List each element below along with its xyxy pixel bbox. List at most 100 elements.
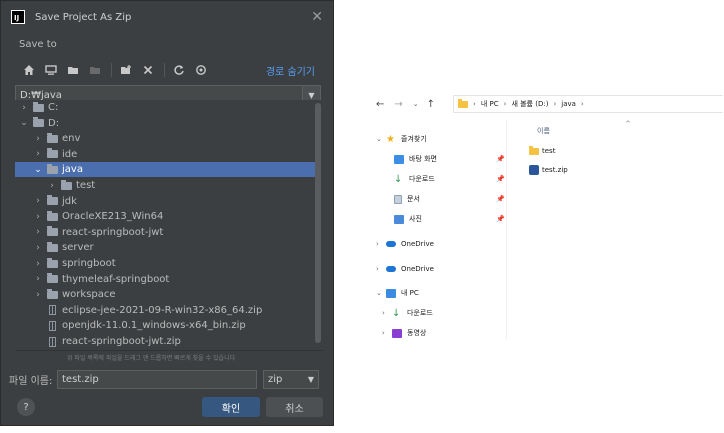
tree-row-label: jdk <box>62 195 77 207</box>
download-icon: ↓ <box>394 173 403 185</box>
filename-input[interactable]: test.zip <box>57 369 257 389</box>
nav-item-pc-downloads[interactable]: › ↓ 다운로드 <box>382 306 433 320</box>
chevron-right-icon[interactable]: › <box>33 149 43 159</box>
extension-select[interactable]: zip ▼ <box>263 369 319 389</box>
breadcrumb-item[interactable]: 내 PC <box>481 99 499 109</box>
list-item[interactable]: test <box>529 145 556 155</box>
chevron-right-icon[interactable]: › <box>33 134 43 144</box>
nav-item-downloads[interactable]: ↓ 다운로드 📌 <box>394 172 505 186</box>
breadcrumb-item[interactable]: java <box>561 100 576 108</box>
tree-row-label: env <box>62 133 81 145</box>
tree-row-eclipse-jee-2021-09-r-win32-x86-64-zip[interactable]: eclipse-jee-2021-09-R-win32-x86_64.zip <box>15 303 315 318</box>
dialog-titlebar: IJ Save Project As Zip ✕ <box>1 1 333 33</box>
chevron-right-icon[interactable]: › <box>33 259 43 269</box>
nav-this-pc[interactable]: ⌄ 내 PC <box>376 286 419 300</box>
tree-row-label: springboot <box>62 258 116 269</box>
chevron-right-icon[interactable]: › <box>19 103 29 113</box>
video-icon <box>392 328 402 338</box>
folder-icon <box>47 241 58 252</box>
tree-row-java[interactable]: ⌄ java <box>15 162 315 178</box>
nav-quick-access[interactable]: ⌄ ★ 즐겨찾기 <box>376 132 427 146</box>
nav-label: 사진 <box>409 215 422 223</box>
folder-icon <box>47 210 58 221</box>
close-icon[interactable]: ✕ <box>311 9 323 25</box>
forward-arrow-icon[interactable]: → <box>394 99 402 110</box>
up-arrow-icon[interactable]: ↑ <box>427 99 435 110</box>
tree-row-springboot[interactable]: › springboot <box>15 256 315 271</box>
nav-label: 동영상 <box>407 329 427 337</box>
nav-label: 즐겨찾기 <box>401 135 427 143</box>
nav-item-pictures[interactable]: 사진 📌 <box>394 212 505 226</box>
nav-label: 내 PC <box>401 289 419 297</box>
tree-row-thymeleaf-springboot[interactable]: › thymeleaf-springboot <box>15 272 315 287</box>
tree-row-jdk[interactable]: › jdk <box>15 194 315 209</box>
tree-row-openjdk-11-0-1-windows-x64-bin-zip[interactable]: openjdk-11.0.1_windows-x64_bin.zip <box>15 318 315 333</box>
ok-button[interactable]: 확인 <box>202 397 260 417</box>
extension-value: zip <box>268 373 283 385</box>
file-explorer: ← → ⌄ ↑ › 내 PC › 새 볼륨 (D:) › java › ⌄ ★ … <box>366 90 724 340</box>
path-input[interactable]: D:₩java <box>16 90 302 101</box>
tree-row-server[interactable]: › server <box>15 240 315 255</box>
column-header-name[interactable]: 이름 <box>537 126 550 136</box>
chevron-right-icon[interactable]: › <box>33 196 43 206</box>
tree-row-oraclexe213-win64[interactable]: › OracleXE213_Win64 <box>15 209 315 224</box>
tree-row-react-springboot-jwt[interactable]: › react-springboot-jwt <box>15 225 315 240</box>
chevron-right-icon[interactable]: › <box>33 227 43 237</box>
project-folder-icon[interactable] <box>63 60 83 80</box>
nav-onedrive[interactable]: › OneDrive <box>376 237 434 251</box>
chevron-right-icon[interactable]: › <box>33 243 43 253</box>
desktop-icon[interactable] <box>41 60 61 80</box>
address-bar[interactable]: › 내 PC › 새 볼륨 (D:) › java › <box>453 95 724 113</box>
chevron-right-icon[interactable]: › <box>33 212 43 222</box>
new-folder-icon[interactable] <box>116 60 136 80</box>
file-name: test <box>542 147 556 155</box>
tree-row-d[interactable]: ⌄ D: <box>15 116 315 131</box>
chevron-right-icon[interactable]: › <box>33 274 43 284</box>
show-hidden-icon[interactable] <box>191 60 211 80</box>
help-button[interactable]: ? <box>17 398 35 416</box>
nav-item-desktop[interactable]: 바탕 화면 📌 <box>394 152 505 166</box>
back-arrow-icon[interactable]: ← <box>376 99 384 110</box>
tree-row-env[interactable]: › env <box>15 131 315 146</box>
hint-divider <box>15 350 323 351</box>
tree-row-react-springboot-jwt-zip[interactable]: react-springboot-jwt.zip <box>15 334 315 349</box>
nav-item-documents[interactable]: 문서 📌 <box>394 192 505 206</box>
sort-up-icon: ^ <box>625 120 631 128</box>
breadcrumb-separator: › <box>473 100 476 108</box>
cancel-button[interactable]: 취소 <box>266 397 323 417</box>
folder-icon <box>47 163 58 174</box>
folder-icon <box>33 101 44 112</box>
chevron-down-icon[interactable]: ⌄ <box>33 165 43 175</box>
tree-row-test[interactable]: › test <box>15 178 315 193</box>
cloud-icon <box>386 241 396 247</box>
chevron-down-icon[interactable]: ⌄ <box>19 118 29 128</box>
nav-label: 문서 <box>407 195 420 203</box>
list-item[interactable]: test.zip <box>529 165 568 175</box>
breadcrumb-item[interactable]: 새 볼륨 (D:) <box>511 99 548 109</box>
tree-row-label: server <box>62 242 94 254</box>
nav-item-videos[interactable]: › 동영상 <box>382 326 426 340</box>
refresh-icon[interactable] <box>169 60 189 80</box>
zip-file-icon <box>49 320 56 331</box>
tree-row-label: java <box>62 164 83 176</box>
desktop-icon <box>394 154 404 164</box>
chevron-right-icon[interactable]: › <box>47 181 57 191</box>
tree-row-label: D: <box>48 117 60 129</box>
tree-scrollbar[interactable] <box>315 103 321 343</box>
chevron-down-icon: ⌄ <box>376 289 382 297</box>
tree-row-c[interactable]: › C: <box>15 100 315 115</box>
zip-file-icon <box>49 336 56 347</box>
pin-icon: 📌 <box>496 175 505 183</box>
tree-row-label: ide <box>62 148 78 160</box>
delete-icon[interactable] <box>138 60 158 80</box>
recent-dropdown-icon[interactable]: ⌄ <box>413 100 419 108</box>
chevron-right-icon[interactable]: › <box>33 290 43 300</box>
hide-path-link[interactable]: 경로 숨기기 <box>266 63 315 78</box>
module-folder-icon[interactable] <box>85 60 105 80</box>
toolbar-separator <box>111 63 112 77</box>
nav-onedrive[interactable]: › OneDrive <box>376 262 434 276</box>
tree-row-workspace[interactable]: › workspace <box>15 287 315 302</box>
home-icon[interactable] <box>19 60 39 80</box>
star-icon: ★ <box>386 133 395 145</box>
tree-row-ide[interactable]: › ide <box>15 147 315 162</box>
